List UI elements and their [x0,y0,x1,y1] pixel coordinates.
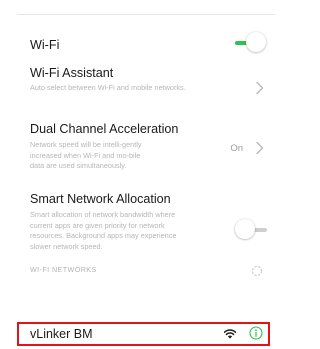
smart-allocation-toggle[interactable] [235,218,267,242]
wifi-assistant-description: Auto select between Wi-Fi and mobile net… [30,83,186,92]
wifi-row[interactable]: Wi-Fi [0,22,275,66]
dual-channel-title: Dual Channel Acceleration [30,122,179,136]
info-icon[interactable] [249,326,263,340]
smart-allocation-title: Smart Network Allocation [30,192,171,206]
dual-channel-value: On [230,143,243,154]
wifi-assistant-title: Wi-Fi Assistant [30,66,114,80]
dual-channel-row[interactable]: Dual Channel Acceleration Network speed … [0,122,275,182]
loading-spinner-icon [251,265,263,277]
wifi-toggle-knob [246,32,266,52]
wifi-assistant-row[interactable]: Wi-Fi Assistant Auto select between Wi-F… [0,66,275,110]
wifi-signal-icon [224,329,236,339]
smart-allocation-row[interactable]: Smart Network Allocation Smart allocatio… [0,192,275,262]
network-item-vlinker-bm[interactable]: vLinker BM [17,322,270,346]
wifi-networks-header: WI-FI NETWORKS [30,265,97,274]
dual-channel-description: Network speed will be intelli-gently inc… [30,140,142,171]
network-name: vLinker BM [30,327,93,341]
top-divider [17,14,275,15]
smart-allocation-description: Smart allocation of network bandwidth wh… [30,210,177,251]
chevron-right-icon [256,81,264,95]
chevron-right-icon [256,141,264,155]
wifi-toggle[interactable] [235,31,266,55]
smart-allocation-toggle-knob [235,219,255,239]
wifi-title: Wi-Fi [30,38,60,52]
